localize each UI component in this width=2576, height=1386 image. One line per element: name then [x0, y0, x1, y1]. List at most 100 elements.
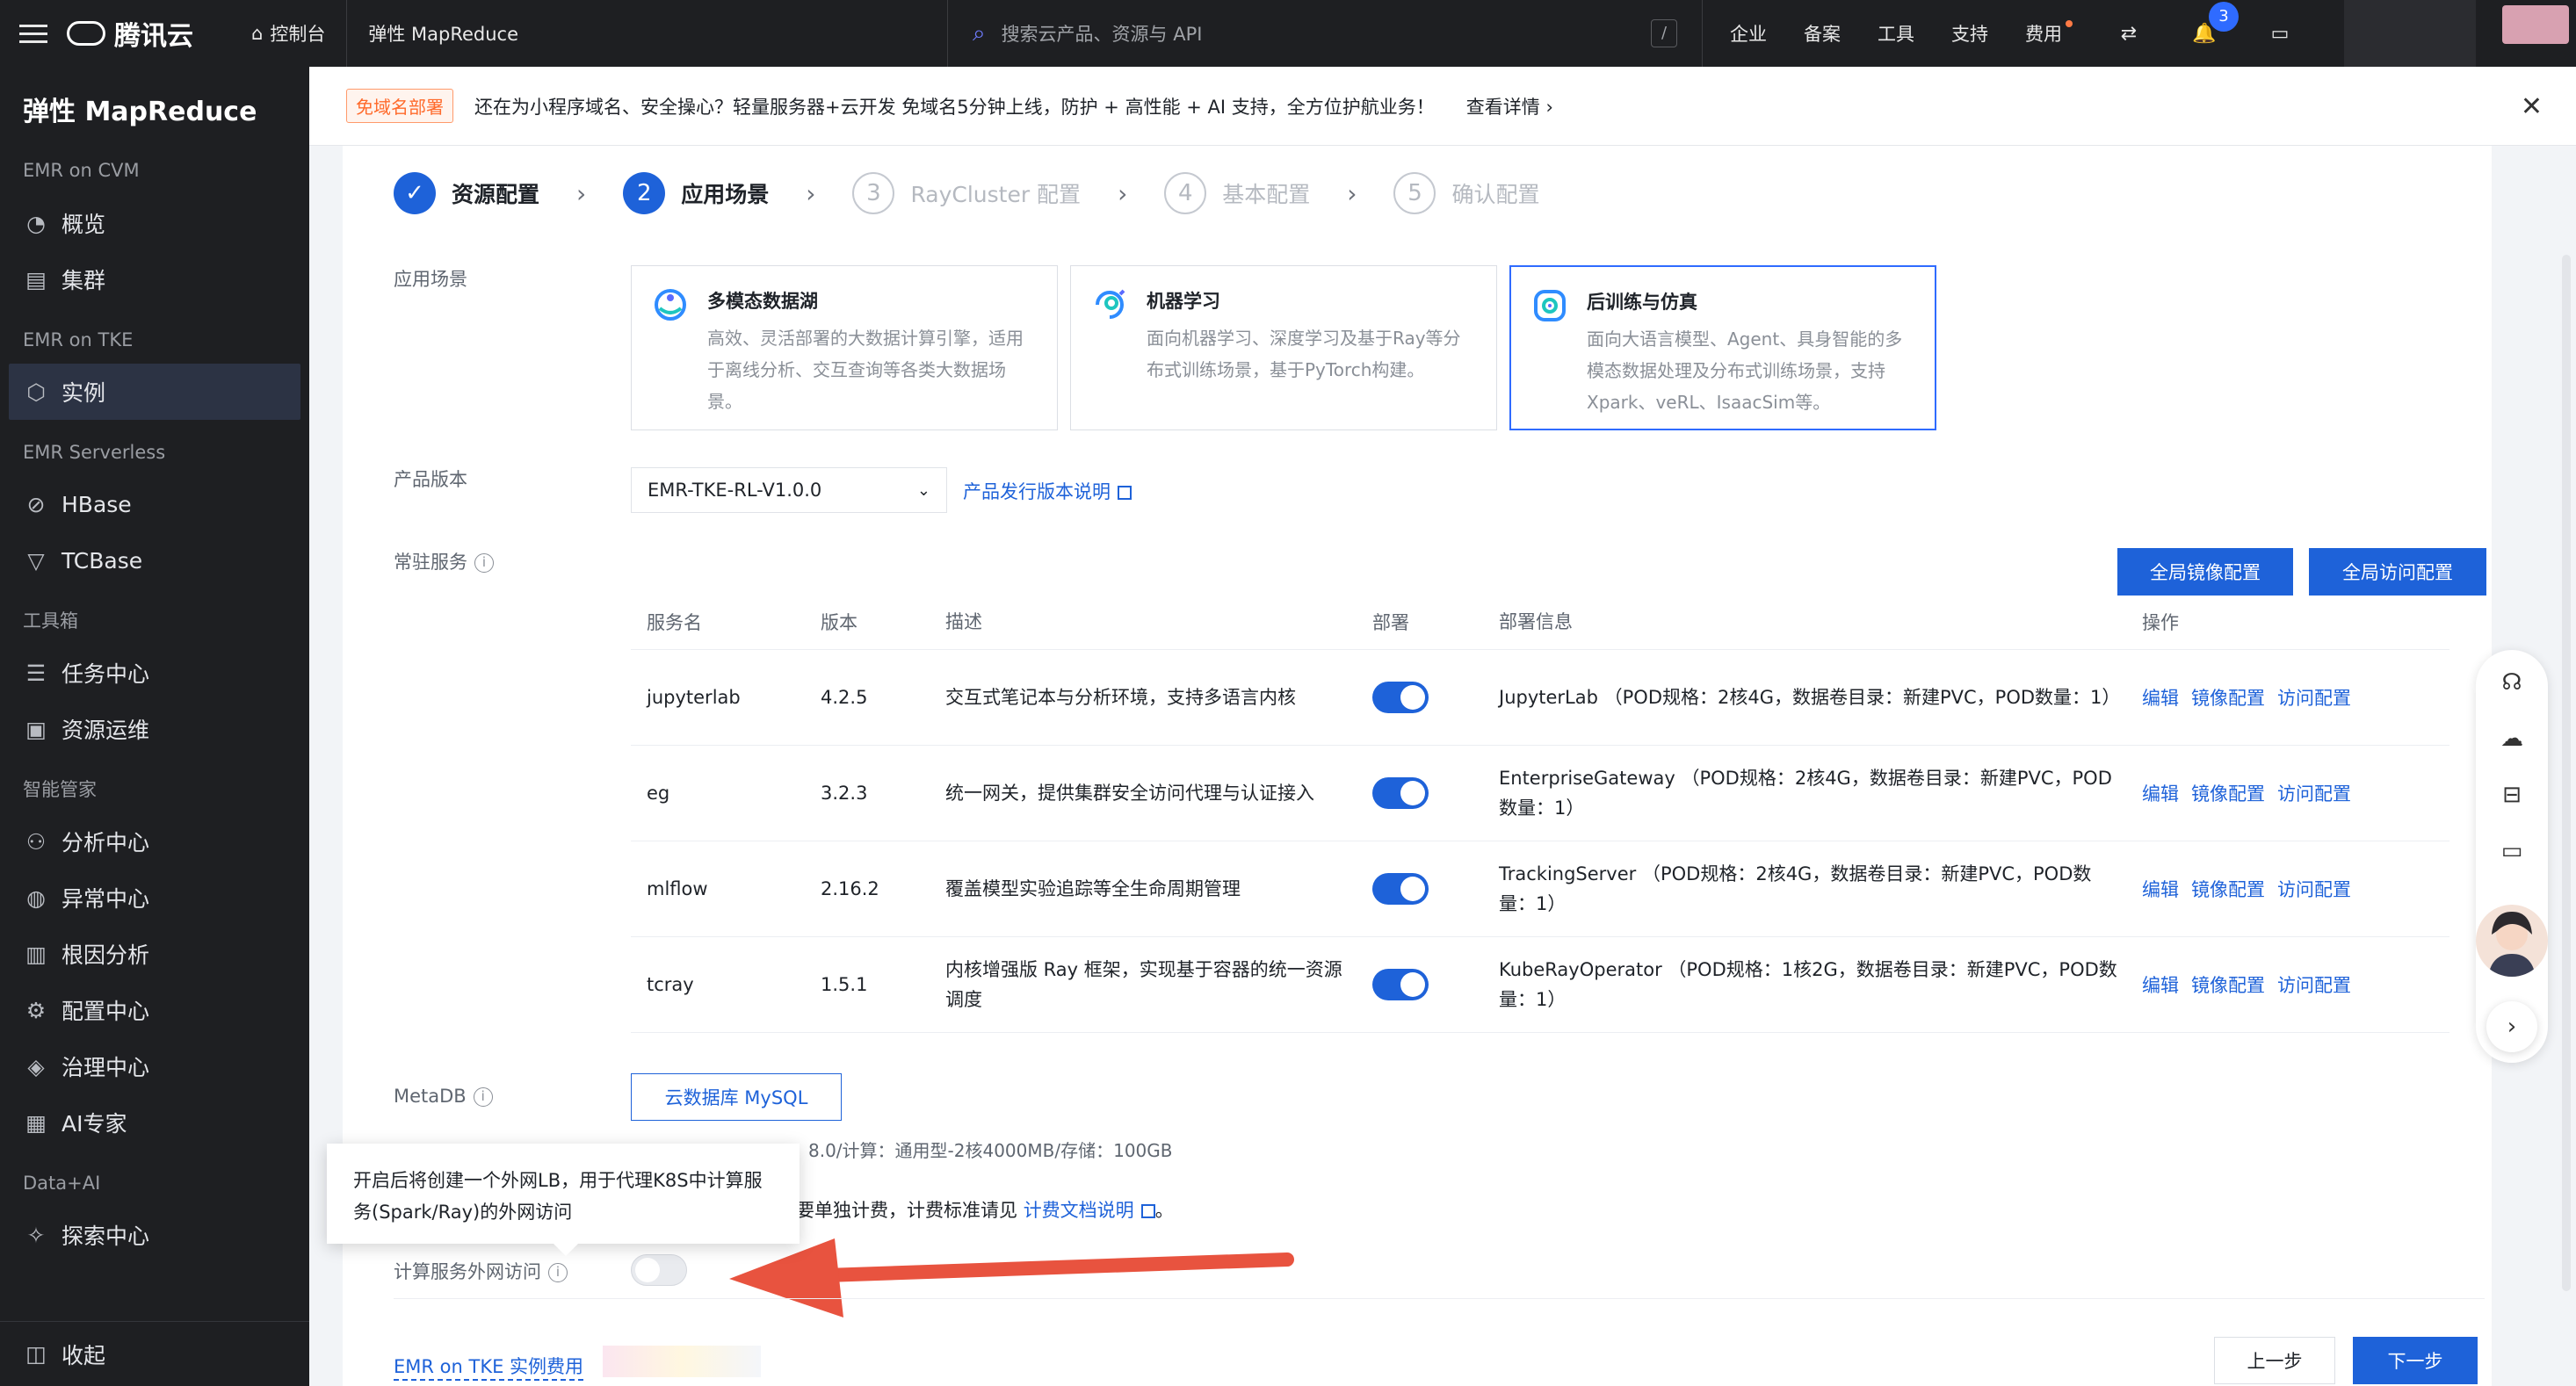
- deploy-toggle[interactable]: [1372, 777, 1429, 809]
- nav-filing[interactable]: 备案: [1785, 20, 1859, 47]
- table-row: tcray 1.5.1 内核增强版 Ray 框架，实现基于容器的统一资源调度 K…: [631, 937, 2449, 1033]
- access-config-link[interactable]: 访问配置: [2277, 971, 2351, 998]
- nav-enterprise[interactable]: 企业: [1711, 20, 1785, 47]
- notice-more-link[interactable]: 查看详情 ›: [1466, 93, 1553, 119]
- sidebar-item-analysis[interactable]: ⚇ 分析中心: [0, 813, 309, 870]
- menu-icon[interactable]: [0, 0, 67, 67]
- billing-note: 要单独计费，计费标准请见 计费文档说明。: [796, 1200, 1174, 1221]
- sidebar-group-label: EMR on TKE: [23, 329, 134, 350]
- cube-icon: ⬡: [26, 379, 46, 405]
- deploy-toggle[interactable]: [1372, 969, 1429, 1000]
- collapse-icon: ◫: [25, 1341, 47, 1367]
- sidebar-item-tcbase[interactable]: ▽ TCBase: [0, 532, 309, 588]
- dashboard-icon: ◔: [26, 210, 46, 236]
- access-config-link[interactable]: 访问配置: [2277, 876, 2351, 902]
- access-config-link[interactable]: 访问配置: [2277, 684, 2351, 711]
- sidebar-item-hbase[interactable]: ⊘ HBase: [0, 476, 309, 532]
- shield-icon: ◈: [27, 1053, 45, 1079]
- info-icon[interactable]: i: [473, 1087, 493, 1107]
- close-icon[interactable]: ✕: [2521, 91, 2543, 122]
- sidebar-item-explore[interactable]: ✧ 探索中心: [0, 1207, 309, 1263]
- scene-card-data-lake[interactable]: 多模态数据湖 高效、灵活部署的大数据计算引擎，适用于离线分析、交互查询等各类大数…: [631, 265, 1058, 430]
- version-select[interactable]: EMR-TKE-RL-V1.0.0 ⌄: [631, 467, 947, 513]
- edit-link[interactable]: 编辑: [2142, 684, 2179, 711]
- billing-doc-link[interactable]: 计费文档说明: [1024, 1200, 1134, 1221]
- hbase-icon: ⊘: [26, 491, 46, 517]
- step-resource-config[interactable]: ✓ 资源配置: [394, 172, 539, 214]
- sidebar-item-clusters[interactable]: ▤ 集群: [0, 251, 309, 307]
- sidebar-item-resource-ops[interactable]: ▣ 资源运维: [0, 701, 309, 757]
- sidebar-item-task-center[interactable]: ☰ 任务中心: [0, 645, 309, 701]
- cluster-icon: ▤: [25, 266, 47, 292]
- scene-card-post-training[interactable]: 后训练与仿真 面向大语言模型、Agent、具身智能的多模态数据处理及分布式训练场…: [1509, 265, 1936, 430]
- edit-link[interactable]: 编辑: [2142, 971, 2179, 998]
- services-table: 服务名 版本 描述 部署 部署信息 操作 jupyterlab 4.2.5 交互…: [631, 594, 2449, 1033]
- version-notes-link[interactable]: 产品发行版本说明: [963, 478, 1132, 504]
- sidebar-item-config-center[interactable]: ⚙ 配置中心: [0, 982, 309, 1038]
- notification-badge: 3: [2209, 2, 2239, 32]
- ticket-icon[interactable]: ▭: [2242, 0, 2318, 67]
- nav-tools[interactable]: 工具: [1859, 20, 1933, 47]
- assistant-avatar[interactable]: [2476, 905, 2548, 977]
- image-config-link[interactable]: 镜像配置: [2191, 971, 2265, 998]
- external-access-toggle[interactable]: [631, 1254, 687, 1286]
- chevron-right-icon: ›: [1118, 178, 1128, 208]
- next-step-button[interactable]: 下一步: [2353, 1337, 2478, 1384]
- external-link-icon: [1140, 1204, 1155, 1218]
- prev-step-button[interactable]: 上一步: [2214, 1337, 2335, 1384]
- book-icon[interactable]: ⊟: [2498, 782, 2526, 810]
- instance-fee-link[interactable]: EMR on TKE 实例费用: [394, 1353, 584, 1381]
- nav-billing[interactable]: 费用: [2007, 20, 2091, 47]
- step-basic-config[interactable]: 4 基本配置: [1164, 172, 1310, 214]
- scene-card-ml[interactable]: 机器学习 面向机器学习、深度学习及基于Ray等分布式训练场景，基于PyTorch…: [1070, 265, 1497, 430]
- step-confirm[interactable]: 5 确认配置: [1393, 172, 1540, 214]
- scrollbar[interactable]: [2562, 255, 2571, 1291]
- sidebar-item-governance[interactable]: ◈ 治理中心: [0, 1038, 309, 1094]
- headset-icon[interactable]: ☊: [2498, 669, 2526, 697]
- translate-icon[interactable]: ⇄: [2091, 0, 2167, 67]
- chevron-down-icon: ⌄: [916, 480, 930, 500]
- avatar[interactable]: [2502, 5, 2569, 44]
- image-config-link[interactable]: 镜像配置: [2191, 876, 2265, 902]
- deploy-toggle[interactable]: [1372, 873, 1429, 905]
- search-bar[interactable]: ⌕ 搜索云产品、资源与 API /: [947, 0, 1703, 67]
- brand-logo[interactable]: 腾讯云: [67, 14, 193, 53]
- sparkle-icon: ✧: [26, 1222, 46, 1248]
- image-config-link[interactable]: 镜像配置: [2191, 684, 2265, 711]
- nav-support[interactable]: 支持: [1933, 20, 2007, 47]
- external-access-label: 计算服务外网访问 i: [394, 1258, 568, 1284]
- metadb-mysql-button[interactable]: 云数据库 MySQL: [631, 1073, 842, 1121]
- sidebar-item-instances[interactable]: ⬡ 实例: [9, 364, 300, 420]
- global-access-config-button[interactable]: 全局访问配置: [2309, 548, 2486, 596]
- sidebar-item-overview[interactable]: ◔ 概览: [0, 195, 309, 251]
- sidebar-group-label: 工具箱: [23, 610, 78, 632]
- feedback-icon[interactable]: ▭: [2498, 838, 2526, 866]
- deploy-toggle[interactable]: [1372, 682, 1429, 713]
- external-link-icon: [1118, 486, 1132, 500]
- step-scene[interactable]: 2 应用场景: [623, 172, 769, 214]
- global-image-config-button[interactable]: 全局镜像配置: [2117, 548, 2293, 596]
- scene-label: 应用场景: [394, 269, 467, 290]
- info-icon[interactable]: i: [548, 1263, 568, 1282]
- console-link[interactable]: ⌂ 控制台: [230, 0, 348, 67]
- cloud-service-icon[interactable]: ☁: [2498, 725, 2526, 754]
- sidebar-item-ai-expert[interactable]: ▦ AI专家: [0, 1094, 309, 1151]
- info-icon[interactable]: i: [474, 553, 494, 573]
- account-name[interactable]: [2344, 0, 2476, 67]
- services-label: 常驻服务 i: [394, 548, 494, 574]
- sidebar-item-anomaly[interactable]: ◍ 异常中心: [0, 870, 309, 926]
- chevron-right-icon: ›: [1347, 178, 1357, 208]
- step-raycluster[interactable]: 3 RayCluster 配置: [852, 172, 1081, 214]
- chevron-right-icon[interactable]: ›: [2486, 1001, 2537, 1052]
- image-config-link[interactable]: 镜像配置: [2191, 780, 2265, 806]
- top-bar: 腾讯云 ⌂ 控制台 弹性 MapReduce ⌕ 搜索云产品、资源与 API /…: [0, 0, 2576, 67]
- edit-link[interactable]: 编辑: [2142, 780, 2179, 806]
- metadb-label: MetaDB i: [394, 1086, 493, 1107]
- access-config-link[interactable]: 访问配置: [2277, 780, 2351, 806]
- chevron-right-icon: ›: [576, 178, 587, 208]
- sidebar-item-root-cause[interactable]: ▥ 根因分析: [0, 926, 309, 982]
- product-link[interactable]: 弹性 MapReduce: [347, 0, 539, 67]
- bell-icon[interactable]: 🔔 3: [2167, 0, 2242, 67]
- edit-link[interactable]: 编辑: [2142, 876, 2179, 902]
- sidebar-collapse-button[interactable]: ◫ 收起: [0, 1321, 309, 1386]
